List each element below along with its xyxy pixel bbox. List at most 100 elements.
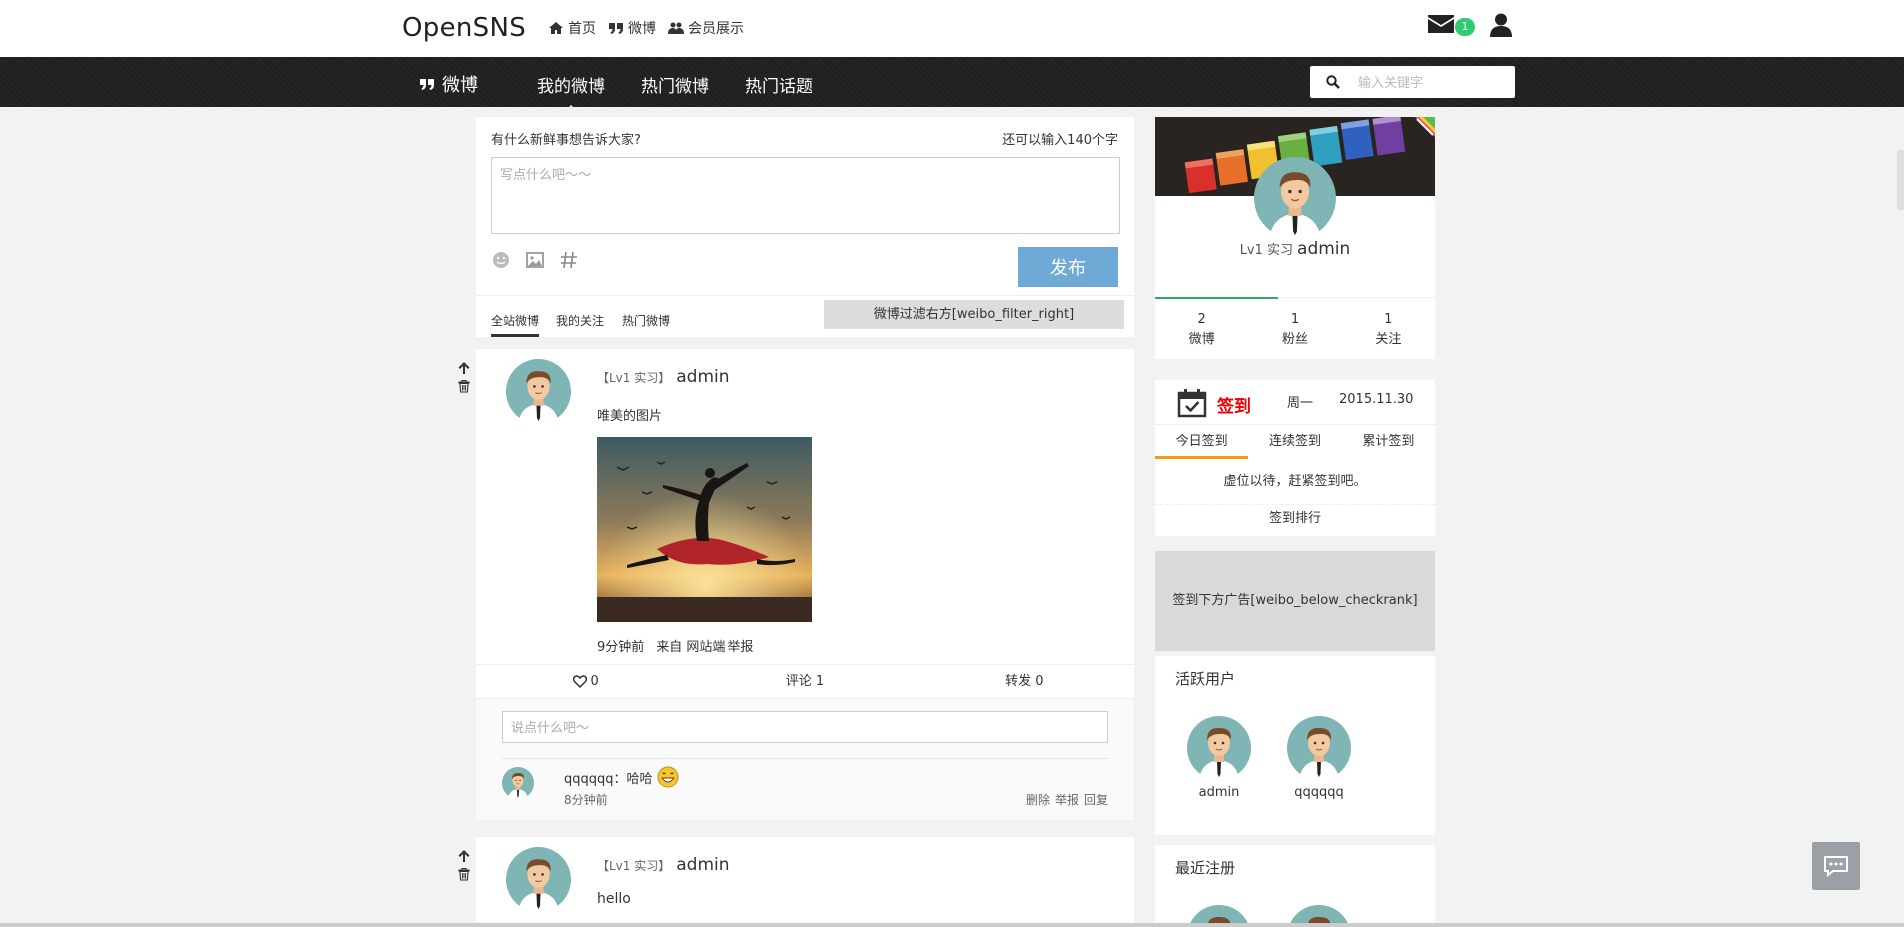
tab-streak-checkin[interactable]: 连续签到	[1248, 425, 1341, 459]
stat-value: 1	[1384, 312, 1393, 327]
active-user-item[interactable]: admin	[1179, 716, 1259, 800]
chat-button[interactable]	[1812, 842, 1860, 890]
comment-actions: 删除 举报 回复	[1026, 791, 1108, 808]
trash-icon[interactable]	[457, 379, 471, 393]
heart-icon	[572, 675, 587, 688]
post-actions: 0 评论 1 转发 0	[476, 664, 1134, 698]
avatar[interactable]	[506, 847, 571, 912]
filter-hot[interactable]: 热门微博	[622, 312, 670, 329]
grin-emoji-icon	[657, 766, 679, 788]
user-menu-button[interactable]	[1490, 13, 1512, 41]
active-user-name: qqqqqq	[1294, 785, 1344, 800]
filter-following[interactable]: 我的关注	[556, 312, 604, 329]
tab-total-checkin[interactable]: 累计签到	[1342, 425, 1435, 459]
home-icon	[549, 22, 563, 34]
avatar[interactable]	[1254, 157, 1336, 239]
post-side-actions	[457, 849, 471, 881]
post-source: 来自 网站端	[656, 640, 726, 655]
scrollbar-handle[interactable]	[1897, 150, 1904, 210]
post-content: 唯美的图片	[597, 409, 663, 424]
stat-following[interactable]: 1 关注	[1342, 298, 1435, 359]
divider	[502, 758, 1108, 759]
stat-label: 微博	[1188, 332, 1215, 347]
checkin-message: 虚位以待，赶紧签到吧。	[1223, 474, 1367, 489]
avatar[interactable]	[502, 767, 534, 799]
post-content: hello	[597, 891, 631, 907]
active-users-widget: 活跃用户 admin qqqqqq	[1155, 656, 1435, 835]
active-users-title: 活跃用户	[1175, 670, 1236, 688]
tab-hot-topics[interactable]: 热门话题	[745, 72, 813, 97]
tab-today-checkin[interactable]: 今日签到	[1155, 425, 1249, 459]
top-nav: 首页 微博 会员展示	[548, 18, 744, 38]
recent-title: 最近注册	[1175, 859, 1236, 877]
report-link[interactable]: 举报	[727, 636, 753, 655]
filter-ad-slot: 微博过滤右方[weibo_filter_right]	[824, 300, 1124, 329]
arrow-up-icon[interactable]	[457, 361, 471, 375]
nav-weibo[interactable]: 微博	[608, 18, 656, 38]
profile-name: Lv1 实习 admin	[1155, 239, 1435, 259]
trash-icon[interactable]	[457, 867, 471, 881]
comment-section: qqqqqq：哈哈 8分钟前 删除 举报 回复	[476, 698, 1134, 820]
post-info: 9分钟前 来自 网站端 举报	[597, 636, 753, 655]
post-image[interactable]	[597, 437, 812, 622]
stat-value: 1	[1290, 312, 1300, 327]
user-level: 【Lv1 实习】	[597, 370, 671, 385]
nav-members[interactable]: 会员展示	[668, 18, 744, 38]
search-icon[interactable]	[1326, 75, 1340, 89]
feed-filter-bar: 全站微博 我的关注 热门微博 微博过滤右方[weibo_filter_right…	[476, 295, 1134, 337]
reply-comment-link[interactable]: 回复	[1084, 791, 1108, 808]
calendar-check-icon	[1177, 389, 1207, 418]
feed-post: 【Lv1 实习】 admin 唯美的图片 9分钟前 来自 网站端 举报 0 评论…	[458, 349, 1134, 820]
dancer-silhouette-image	[597, 437, 812, 622]
char-remaining: 还可以输入140个字	[1002, 133, 1118, 148]
active-user-item[interactable]: qqqqqq	[1279, 716, 1359, 800]
emoji-icon[interactable]	[491, 250, 511, 270]
profile-username[interactable]: admin	[1297, 239, 1350, 259]
quote-icon	[420, 79, 434, 90]
stat-weibo[interactable]: 2 微博	[1155, 298, 1248, 359]
checkin-widget: 签到 周一 2015.11.30 今日签到 连续签到 累计签到 虚位以待，赶紧签…	[1155, 380, 1435, 536]
checkin-weekday: 周一	[1287, 396, 1314, 411]
stats-active-indicator	[1155, 297, 1278, 299]
comment-input[interactable]	[502, 711, 1108, 743]
username-link[interactable]: admin	[676, 367, 729, 387]
tab-hot-weibo[interactable]: 热门微博	[641, 72, 709, 97]
chat-bubble-icon	[1824, 856, 1848, 877]
checkin-title[interactable]: 签到	[1217, 392, 1251, 417]
search-input[interactable]	[1358, 74, 1498, 90]
messages-button[interactable]: 1	[1428, 13, 1475, 36]
like-count: 0	[590, 673, 599, 689]
divider	[0, 923, 1904, 927]
delete-comment-link[interactable]: 删除	[1026, 791, 1050, 808]
comment-button[interactable]: 评论 1	[695, 665, 914, 698]
nav-weibo-label: 微博	[628, 21, 656, 37]
repost-button[interactable]: 转发 0	[915, 665, 1134, 698]
corner-ribbon-icon	[1415, 117, 1435, 137]
image-icon[interactable]	[525, 250, 545, 270]
post-author: 【Lv1 实习】 admin	[597, 367, 730, 387]
composer-prompt: 有什么新鲜事想告诉大家?	[491, 133, 641, 148]
avatar[interactable]	[506, 359, 571, 424]
filter-all[interactable]: 全站微博	[491, 312, 540, 337]
stat-fans[interactable]: 1 粉丝	[1248, 298, 1341, 359]
checkin-tabs: 今日签到 连续签到 累计签到	[1155, 424, 1435, 459]
recent-registrations-widget: 最近注册	[1155, 845, 1435, 927]
arrow-up-icon[interactable]	[457, 849, 471, 863]
post-author: 【Lv1 实习】 admin	[597, 855, 730, 875]
post-textarea[interactable]	[491, 157, 1120, 234]
tab-my-weibo[interactable]: 我的微博	[537, 72, 605, 112]
checkin-rank-link[interactable]: 签到排行	[1155, 504, 1435, 536]
weibo-brand[interactable]: 微博	[418, 71, 478, 97]
nav-home[interactable]: 首页	[548, 18, 596, 38]
checkin-date: 2015.11.30	[1339, 392, 1414, 407]
comment-text: qqqqqq：哈哈	[564, 766, 679, 788]
envelope-icon	[1428, 15, 1454, 33]
site-logo[interactable]: OpenSNS	[402, 13, 526, 43]
username-link[interactable]: admin	[676, 855, 729, 875]
report-comment-link[interactable]: 举报	[1055, 791, 1079, 808]
notification-badge: 1	[1455, 18, 1475, 36]
like-button[interactable]: 0	[476, 665, 695, 698]
hashtag-icon[interactable]	[559, 250, 579, 270]
user-icon	[1490, 13, 1512, 37]
publish-button[interactable]: 发布	[1018, 247, 1118, 287]
